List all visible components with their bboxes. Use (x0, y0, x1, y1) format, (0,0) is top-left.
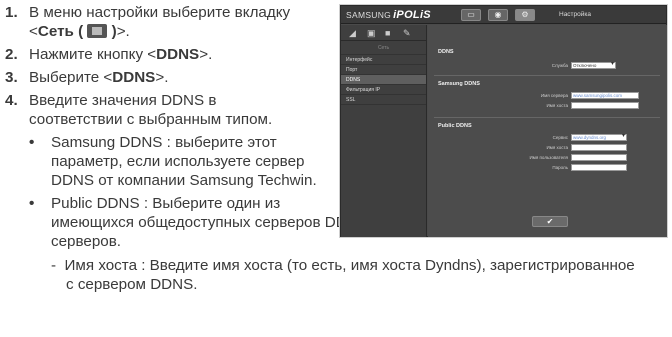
bullet-public-ddns: • Public DDNS : Выберите один из (29, 194, 280, 213)
step-text: >. (199, 46, 213, 63)
page-title: Настройка (559, 11, 591, 18)
bullet-dot: • (29, 134, 35, 151)
bullet-text: серверов. (51, 233, 122, 250)
ddns-option-label: DDNS (112, 69, 156, 86)
video-tab-icon[interactable]: ◢ (349, 28, 356, 39)
step-number: 4. (5, 92, 18, 109)
apply-button[interactable]: ✔ (532, 216, 568, 227)
samsung-server-field[interactable]: www.samsungipolis.com (571, 92, 639, 99)
system-tab-icon[interactable]: ✎ (403, 28, 411, 39)
divider (434, 117, 660, 118)
step-text: >. (155, 69, 169, 86)
live-view-button[interactable]: ▭ (461, 9, 481, 21)
step-1-line-2: <Сеть ( )>. (5, 22, 130, 41)
bullet-public-ddns-line-3: серверов. (51, 232, 121, 251)
samsung-host-label: Имя хоста (546, 103, 568, 108)
samsung-server-label: Имя сервера (540, 93, 568, 98)
sidebar-header: Сеть (341, 41, 426, 55)
samsung-host-field[interactable] (571, 102, 639, 109)
step-4: 4. Введите значения DDNS в (5, 91, 216, 110)
step-1: 1. В меню настройки выберите вкладку (5, 3, 290, 22)
step-number: 2. (5, 46, 18, 63)
step-text: >. (116, 23, 130, 40)
dash-item-hostname: - Имя хоста : Введите имя хоста (то есть… (51, 256, 635, 275)
step-3: 3. Выберите <DDNS>. (5, 68, 168, 87)
section-ddns-title: DDNS (438, 49, 454, 55)
step-text: Введите значения DDNS в (29, 92, 217, 109)
dash-item-hostname-line-2: с сервером DDNS. (66, 275, 197, 294)
ddns-service-label: Служба (551, 63, 568, 68)
playback-button[interactable]: ◉ (488, 9, 508, 21)
step-number: 3. (5, 69, 18, 86)
sidebar-item-ssl[interactable]: SSL (341, 95, 426, 105)
step-4-line-2: соответствии с выбранным типом. (5, 110, 272, 129)
dash-mark: - (51, 257, 57, 274)
public-host-field[interactable] (571, 144, 627, 151)
public-password-field[interactable] (571, 164, 627, 171)
top-bar: SAMSUNG iPOLiS ▭ ◉ ⚙ Настройка (341, 6, 666, 24)
sidebar-item-interface[interactable]: Интерфейс (341, 55, 426, 65)
section-public-ddns-title: Public DDNS (438, 123, 472, 129)
bullet-samsung-ddns-line-2: параметр, если используете сервер (51, 152, 304, 171)
logo-brand: SAMSUNG (346, 10, 392, 20)
step-2: 2. Нажмите кнопку <DDNS>. (5, 45, 212, 64)
network-tab-icon (87, 24, 108, 38)
step-text: Выберите < (29, 69, 113, 86)
setup-button[interactable]: ⚙ (515, 9, 535, 21)
step-text: В меню настройки выберите вкладку (29, 4, 291, 21)
sidebar-item-ddns[interactable]: DDNS (341, 75, 426, 85)
bullet-samsung-ddns: • Samsung DDNS : выберите этот (29, 133, 277, 152)
public-user-label: Имя пользователя (529, 155, 568, 160)
ddns-button-label: DDNS (156, 46, 200, 63)
step-text: < (29, 23, 38, 40)
logo: SAMSUNG iPOLiS (346, 9, 431, 21)
step-text: соответствии с выбранным типом. (29, 111, 273, 128)
bullet-dot: • (29, 195, 35, 212)
bullet-samsung-ddns-line-3: DDNS от компании Samsung Techwin. (51, 171, 317, 190)
sidebar-item-port[interactable]: Порт (341, 65, 426, 75)
sidebar-tabs: ◢ ▣ ■ ✎ (341, 25, 426, 41)
logo-product: iPOLiS (393, 9, 431, 21)
public-service-select[interactable]: www.dyndns.org (571, 134, 627, 141)
ddns-service-select[interactable]: Отключено (571, 62, 616, 69)
public-service-label: Сервис (552, 135, 568, 140)
public-user-field[interactable] (571, 154, 627, 161)
dash-text: Имя хоста : Введите имя хоста (то есть, … (64, 257, 635, 274)
settings-content: DDNS Служба Отключено Samsung DDNS Имя с… (428, 25, 667, 237)
divider (434, 75, 660, 76)
step-number: 1. (5, 4, 18, 21)
step-text: Нажмите кнопку < (29, 46, 157, 63)
ddns-settings-screenshot: SAMSUNG iPOLiS ▭ ◉ ⚙ Настройка ◢ ▣ ■ ✎ Се… (340, 5, 667, 237)
sidebar-item-ip-filtering[interactable]: Фильтрация IP (341, 85, 426, 95)
sidebar: ◢ ▣ ■ ✎ Сеть Интерфейс Порт DDNS Фильтра… (341, 25, 427, 237)
dash-text: с сервером DDNS. (66, 276, 198, 293)
public-password-label: Пароль (552, 165, 568, 170)
event-tab-icon[interactable]: ■ (385, 28, 390, 38)
bullet-text: параметр, если используете сервер (51, 153, 305, 170)
bullet-text: DDNS от компании Samsung Techwin. (51, 172, 317, 189)
bullet-text: Samsung DDNS : выберите этот (51, 134, 277, 151)
bullet-text: Public DDNS : Выберите один из (51, 195, 281, 212)
network-tab-label: Сеть ( (37, 23, 84, 40)
public-host-label: Имя хоста (546, 145, 568, 150)
section-samsung-ddns-title: Samsung DDNS (438, 81, 480, 87)
network-tab-icon[interactable]: ▣ (367, 28, 376, 39)
